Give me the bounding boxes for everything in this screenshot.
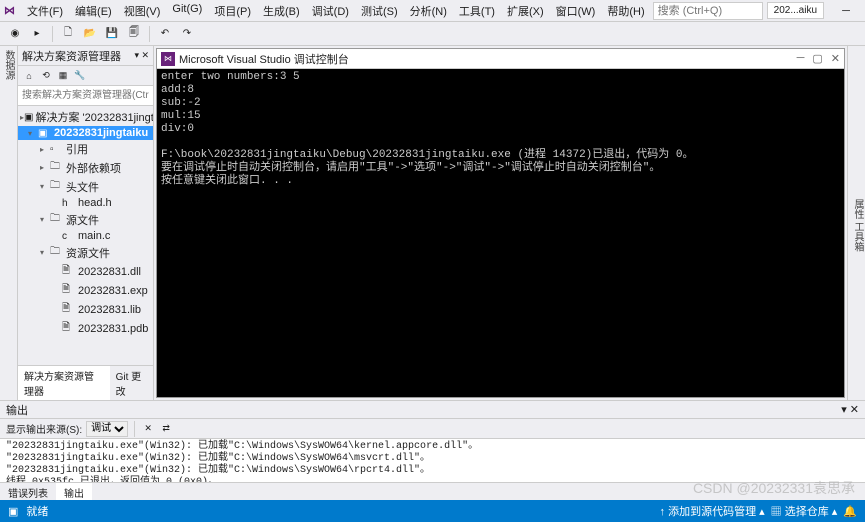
show-all-icon[interactable]: ▦ — [56, 69, 70, 83]
panel-options-icon[interactable]: ▾ ✕ — [134, 50, 149, 61]
external-deps-node[interactable]: ▸🗀外部依赖项 — [18, 158, 153, 177]
right-side-strip[interactable]: 属性 工具箱 — [847, 46, 865, 400]
solution-node[interactable]: ▸▣解决方案 '20232831jingta... — [18, 108, 153, 126]
status-bar: ▣ 就绪 ↑ 添加到源代码管理 ▴ ▦ 选择仓库 ▴ 🔔 — [0, 500, 865, 522]
maximize-button[interactable]: ▢ — [860, 2, 865, 20]
output-panel: 输出 ▾ ✕ 显示输出来源(S): 调试 ✕ ⇄ "20232831jingta… — [0, 400, 865, 500]
tab-output[interactable]: 输出 — [56, 483, 92, 500]
output-close-icon[interactable]: ▾ ✕ — [841, 403, 859, 416]
minimize-button[interactable]: ─ — [834, 2, 858, 20]
resource-file-node[interactable]: 🗎20232831.pdb — [18, 319, 153, 338]
menu-item[interactable]: 视图(V) — [118, 1, 167, 21]
open-icon[interactable]: 📂 — [81, 25, 99, 43]
solution-search-input[interactable] — [18, 86, 153, 105]
output-header: 输出 ▾ ✕ — [0, 401, 865, 419]
headers-node[interactable]: ▾🗀头文件 — [18, 177, 153, 196]
title-bar: ⋈ 文件(F)编辑(E)视图(V)Git(G)项目(P)生成(B)调试(D)测试… — [0, 0, 865, 22]
main-menu: 文件(F)编辑(E)视图(V)Git(G)项目(P)生成(B)调试(D)测试(S… — [21, 1, 651, 21]
menu-item[interactable]: 生成(B) — [257, 1, 306, 21]
console-maximize-icon[interactable]: ▢ — [812, 52, 822, 65]
menu-item[interactable]: 扩展(X) — [501, 1, 550, 21]
resource-file-node[interactable]: 🗎20232831.lib — [18, 300, 153, 319]
debug-console-window: ⋈ Microsoft Visual Studio 调试控制台 ─ ▢ ✕ en… — [156, 48, 845, 398]
status-repo-select[interactable]: ▦ 选择仓库 ▴ — [771, 503, 838, 519]
menu-item[interactable]: 工具(T) — [453, 1, 501, 21]
main-toolbar: ◉ ▸ 🗋 📂 💾 🗐 ↶ ↷ — [0, 22, 865, 46]
resource-file-node[interactable]: 🗎20232831.exp — [18, 281, 153, 300]
menu-item[interactable]: 测试(S) — [355, 1, 404, 21]
menu-item[interactable]: 分析(N) — [404, 1, 453, 21]
output-text: "20232831jingtaiku.exe"(Win32): 已加载"C:\W… — [0, 439, 865, 482]
save-icon[interactable]: 💾 — [103, 25, 121, 43]
properties-icon[interactable]: 🔧 — [73, 69, 87, 83]
status-ready-icon: ▣ — [8, 505, 18, 518]
nav-back-icon[interactable]: ◉ — [6, 25, 24, 43]
nav-forward-icon[interactable]: ▸ — [28, 25, 46, 43]
solution-search[interactable] — [18, 86, 153, 106]
global-search-input[interactable] — [653, 2, 763, 20]
document-tab[interactable]: 202...aiku — [767, 2, 824, 19]
console-close-icon[interactable]: ✕ — [831, 52, 840, 65]
output-source-select[interactable]: 调试 — [86, 421, 128, 437]
solution-explorer-toolbar: ⌂ ⟲ ▦ 🔧 — [18, 66, 153, 86]
source-file-node[interactable]: cmain.c — [18, 229, 153, 243]
solution-tree: ▸▣解决方案 '20232831jingta... ▾▣20232831jing… — [18, 106, 153, 365]
menu-item[interactable]: 调试(D) — [306, 1, 355, 21]
header-file-node[interactable]: hhead.h — [18, 196, 153, 210]
tab-error-list[interactable]: 错误列表 — [0, 483, 56, 500]
references-node[interactable]: ▸▫引用 — [18, 140, 153, 158]
toggle-wrap-icon[interactable]: ⇄ — [159, 422, 173, 436]
menu-item[interactable]: 文件(F) — [21, 1, 69, 21]
menu-item[interactable]: 窗口(W) — [550, 1, 602, 21]
menu-item[interactable]: 项目(P) — [208, 1, 257, 21]
output-toolbar: 显示输出来源(S): 调试 ✕ ⇄ — [0, 419, 865, 439]
project-node[interactable]: ▾▣20232831jingtaiku — [18, 126, 153, 140]
menu-item[interactable]: 帮助(H) — [601, 1, 650, 21]
status-source-control[interactable]: ↑ 添加到源代码管理 ▴ — [660, 503, 765, 519]
menu-item[interactable]: Git(G) — [166, 1, 208, 21]
solution-explorer-title: 解决方案资源管理器 ▾ ✕ — [18, 46, 153, 66]
status-ready-text: 就绪 — [26, 503, 48, 519]
sync-icon[interactable]: ⟲ — [39, 69, 53, 83]
resource-file-node[interactable]: 🗎20232831.dll — [18, 262, 153, 281]
tab-git-changes[interactable]: Git 更改 — [110, 366, 153, 400]
console-icon: ⋈ — [161, 52, 175, 66]
editor-area: ⋈ Microsoft Visual Studio 调试控制台 ─ ▢ ✕ en… — [154, 46, 847, 400]
new-file-icon[interactable]: 🗋 — [59, 25, 77, 43]
clear-output-icon[interactable]: ✕ — [141, 422, 155, 436]
console-output: enter two numbers:3 5 add:8 sub:-2 mul:1… — [157, 69, 844, 397]
console-title-text: Microsoft Visual Studio 调试控制台 — [179, 51, 349, 67]
tab-solution-explorer[interactable]: 解决方案资源管理器 — [18, 366, 110, 400]
left-side-strip[interactable]: 数据源 — [0, 46, 18, 400]
status-notification-icon[interactable]: 🔔 — [843, 505, 857, 518]
sources-node[interactable]: ▾🗀源文件 — [18, 210, 153, 229]
console-minimize-icon[interactable]: ─ — [797, 52, 805, 65]
redo-icon[interactable]: ↷ — [178, 25, 196, 43]
console-titlebar: ⋈ Microsoft Visual Studio 调试控制台 ─ ▢ ✕ — [157, 49, 844, 69]
output-source-label: 显示输出来源(S): — [6, 421, 82, 436]
save-all-icon[interactable]: 🗐 — [125, 25, 143, 43]
solution-explorer-panel: 解决方案资源管理器 ▾ ✕ ⌂ ⟲ ▦ 🔧 ▸▣解决方案 '20232831ji… — [18, 46, 154, 400]
resources-node[interactable]: ▾🗀资源文件 — [18, 243, 153, 262]
undo-icon[interactable]: ↶ — [156, 25, 174, 43]
home-icon[interactable]: ⌂ — [22, 69, 36, 83]
vs-logo-icon: ⋈ — [4, 3, 15, 19]
menu-item[interactable]: 编辑(E) — [69, 1, 118, 21]
